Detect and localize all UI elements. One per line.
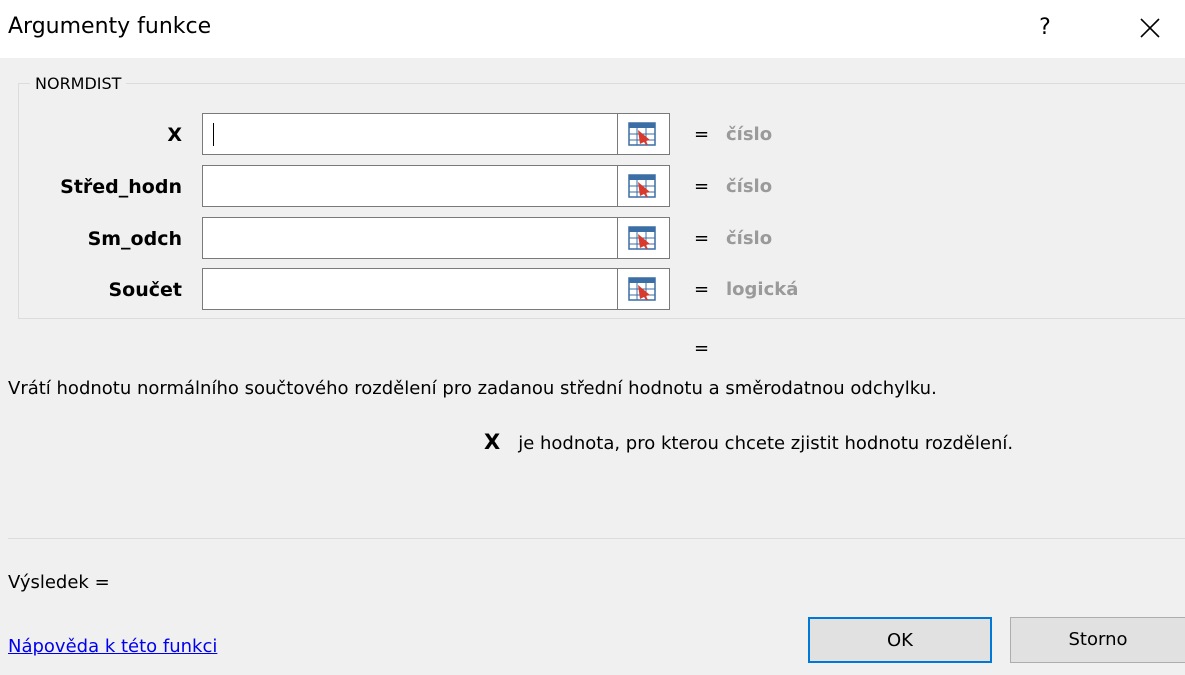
argument-sm-odch-input[interactable] xyxy=(202,217,618,259)
range-select-button[interactable] xyxy=(618,113,670,155)
argument-result: číslo xyxy=(726,176,773,197)
argument-result: logická xyxy=(726,279,799,300)
argument-result: číslo xyxy=(726,228,773,249)
argument-label: Střed_hodn xyxy=(60,176,182,198)
range-select-icon xyxy=(628,122,656,146)
formula-result-equals: = xyxy=(694,338,710,359)
argument-equals: = xyxy=(694,176,710,197)
argument-equals: = xyxy=(694,228,710,249)
function-description: Vrátí hodnotu normálního součtového rozd… xyxy=(8,378,937,399)
help-button[interactable]: ? xyxy=(1030,10,1060,46)
argument-row-soucet: Součet = logická xyxy=(0,268,1185,312)
argument-row-stred-hodn: Střed_hodn = číslo xyxy=(0,165,1185,209)
range-select-button[interactable] xyxy=(618,217,670,259)
close-icon xyxy=(1140,18,1160,38)
function-name: NORMDIST xyxy=(30,74,127,93)
argument-row-x: X = číslo xyxy=(0,113,1185,157)
title-bar: Argumenty funkce ? xyxy=(0,0,1185,58)
argument-label: Sm_odch xyxy=(87,228,182,250)
range-select-button[interactable] xyxy=(618,268,670,310)
range-select-icon xyxy=(628,174,656,198)
function-help-link[interactable]: Nápověda k této funkci xyxy=(8,636,217,657)
argument-equals: = xyxy=(694,279,710,300)
argument-x-input[interactable] xyxy=(202,113,618,155)
argument-help-name: X xyxy=(484,430,501,454)
argument-stred-hodn-input[interactable] xyxy=(202,165,618,207)
argument-equals: = xyxy=(694,124,710,145)
cancel-button[interactable]: Storno xyxy=(1010,617,1185,663)
argument-label: X xyxy=(167,124,182,146)
range-select-icon xyxy=(628,277,656,301)
text-caret xyxy=(213,123,214,146)
dialog-title: Argumenty funkce xyxy=(8,14,212,39)
result-label: Výsledek = xyxy=(8,572,110,593)
ok-button[interactable]: OK xyxy=(808,617,992,663)
argument-result: číslo xyxy=(726,124,773,145)
argument-help-text: je hodnota, pro kterou chcete zjistit ho… xyxy=(518,433,1014,454)
divider xyxy=(8,538,1185,539)
range-select-button[interactable] xyxy=(618,165,670,207)
range-select-icon xyxy=(628,226,656,250)
argument-soucet-input[interactable] xyxy=(202,268,618,310)
argument-row-sm-odch: Sm_odch = číslo xyxy=(0,217,1185,261)
argument-label: Součet xyxy=(108,279,183,301)
close-button[interactable] xyxy=(1130,8,1170,48)
argument-help: Xje hodnota, pro kterou chcete zjistit h… xyxy=(484,430,1013,454)
